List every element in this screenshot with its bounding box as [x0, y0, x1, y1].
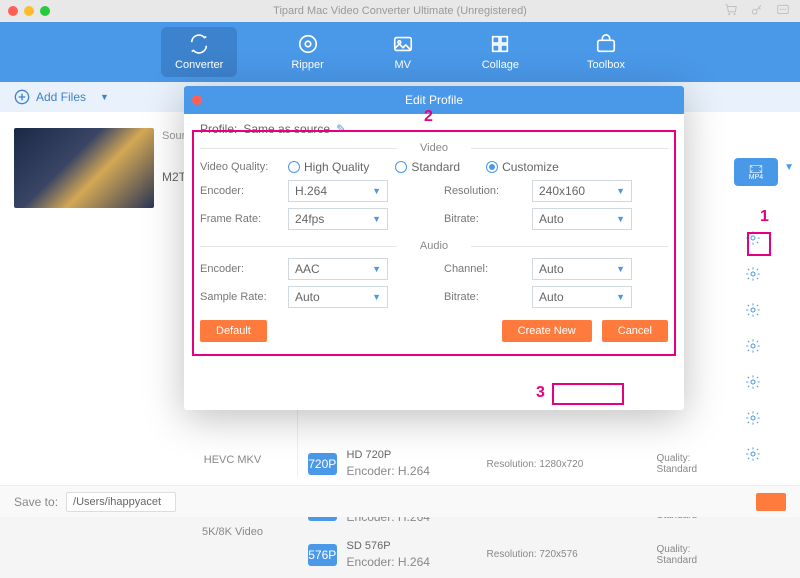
- edit-profile-modal: Edit Profile Profile: Same as source ✎ V…: [184, 86, 684, 410]
- resolution-label: Resolution:: [444, 185, 524, 197]
- profile-quality: Quality: Standard: [657, 453, 730, 475]
- audio-encoder-select[interactable]: AAC▼: [288, 258, 388, 280]
- tab-ripper-label: Ripper: [291, 59, 323, 71]
- tab-collage-label: Collage: [482, 59, 519, 71]
- video-encoder-label: Encoder:: [200, 185, 280, 197]
- profile-value: Same as source: [243, 122, 330, 136]
- profile-name: SD 576P: [347, 540, 391, 552]
- profile-resolution: Resolution: 1280x720: [487, 459, 647, 470]
- video-encoder-select[interactable]: H.264▼: [288, 180, 388, 202]
- settings-gear-column: [742, 222, 764, 477]
- profile-chip-icon: 576P: [308, 544, 337, 566]
- framerate-select[interactable]: 24fps▼: [288, 208, 388, 230]
- profile-encoder: Encoder: H.264: [347, 464, 430, 478]
- video-bitrate-label: Bitrate:: [444, 213, 524, 225]
- traffic-lights: [8, 6, 50, 16]
- gear-icon[interactable]: [745, 266, 761, 282]
- cancel-button[interactable]: Cancel: [602, 320, 668, 342]
- cart-icon[interactable]: [724, 3, 738, 20]
- add-files-label: Add Files: [36, 90, 86, 104]
- modal-close-icon[interactable]: [192, 95, 202, 105]
- audio-bitrate-label: Bitrate:: [444, 291, 524, 303]
- minimize-window-icon[interactable]: [24, 6, 34, 16]
- main-toolbar: Converter Ripper MV Collage Toolbox: [0, 22, 800, 82]
- annotation-1: 1: [760, 208, 769, 226]
- default-button[interactable]: Default: [200, 320, 267, 342]
- tab-mv[interactable]: MV: [378, 27, 428, 77]
- tab-toolbox-label: Toolbox: [587, 59, 625, 71]
- profile-resolution: Resolution: 720x576: [487, 549, 647, 560]
- feedback-icon[interactable]: [776, 3, 790, 20]
- key-icon[interactable]: [750, 3, 764, 20]
- audio-bitrate-select[interactable]: Auto▼: [532, 286, 632, 308]
- radio-customize[interactable]: Customize: [486, 160, 559, 174]
- tab-toolbox[interactable]: Toolbox: [573, 27, 639, 77]
- gear-icon[interactable]: [745, 374, 761, 390]
- video-bitrate-select[interactable]: Auto▼: [532, 208, 632, 230]
- modal-title: Edit Profile: [405, 93, 463, 107]
- create-new-button[interactable]: Create New: [502, 320, 592, 342]
- profile-chip-icon: 720P: [308, 453, 337, 475]
- profile-row[interactable]: 576P SD 576P Encoder: H.264 Resolution: 7…: [298, 533, 740, 578]
- bottom-bar: Save to: /Users/ihappyacet: [0, 485, 800, 517]
- channel-label: Channel:: [444, 263, 524, 275]
- chevron-down-icon[interactable]: ▼: [100, 92, 109, 102]
- tab-mv-label: MV: [394, 59, 411, 71]
- gear-icon[interactable]: [745, 230, 761, 246]
- gear-icon[interactable]: [745, 338, 761, 354]
- resolution-select[interactable]: 240x160▼: [532, 180, 632, 202]
- maximize-window-icon[interactable]: [40, 6, 50, 16]
- video-section-title: Video: [200, 142, 668, 154]
- samplerate-select[interactable]: Auto▼: [288, 286, 388, 308]
- category-hevc-mkv[interactable]: HEVC MKV: [168, 442, 297, 478]
- profile-encoder: Encoder: H.264: [347, 555, 430, 569]
- output-format-chip[interactable]: MP4: [734, 158, 778, 186]
- samplerate-label: Sample Rate:: [200, 291, 280, 303]
- audio-section-title: Audio: [200, 240, 668, 252]
- profile-label: Profile:: [200, 122, 237, 136]
- tab-ripper[interactable]: Ripper: [277, 27, 337, 77]
- annotation-2: 2: [424, 108, 433, 126]
- audio-encoder-label: Encoder:: [200, 263, 280, 275]
- save-path-field[interactable]: /Users/ihappyacet: [66, 492, 176, 512]
- channel-select[interactable]: Auto▼: [532, 258, 632, 280]
- pencil-icon[interactable]: ✎: [336, 122, 346, 136]
- profile-name: HD 720P: [347, 449, 392, 461]
- profile-quality: Quality: Standard: [657, 544, 730, 566]
- gear-icon[interactable]: [745, 410, 761, 426]
- modal-header: Edit Profile: [184, 86, 684, 114]
- radio-high-quality[interactable]: High Quality: [288, 160, 369, 174]
- gear-icon[interactable]: [745, 302, 761, 318]
- format-dropdown-icon[interactable]: ▼: [784, 162, 794, 173]
- video-thumbnail[interactable]: [14, 128, 154, 208]
- tab-converter[interactable]: Converter: [161, 27, 237, 77]
- category-5k8k[interactable]: 5K/8K Video: [168, 514, 297, 550]
- output-format-label: MP4: [749, 174, 763, 181]
- annotation-3: 3: [536, 384, 545, 402]
- saveto-label: Save to:: [14, 495, 58, 509]
- window-title: Tipard Mac Video Converter Ultimate (Unr…: [273, 5, 527, 17]
- gear-icon[interactable]: [745, 446, 761, 462]
- window-titlebar: Tipard Mac Video Converter Ultimate (Unr…: [0, 0, 800, 22]
- close-window-icon[interactable]: [8, 6, 18, 16]
- convert-start-button[interactable]: [756, 493, 786, 511]
- video-quality-label: Video Quality:: [200, 161, 280, 173]
- profile-row[interactable]: 720P HD 720P Encoder: H.264 Resolution: 1…: [298, 442, 740, 487]
- tab-collage[interactable]: Collage: [468, 27, 533, 77]
- radio-standard[interactable]: Standard: [395, 160, 460, 174]
- framerate-label: Frame Rate:: [200, 213, 280, 225]
- tab-converter-label: Converter: [175, 59, 223, 71]
- add-files-button[interactable]: Add Files ▼: [14, 89, 109, 105]
